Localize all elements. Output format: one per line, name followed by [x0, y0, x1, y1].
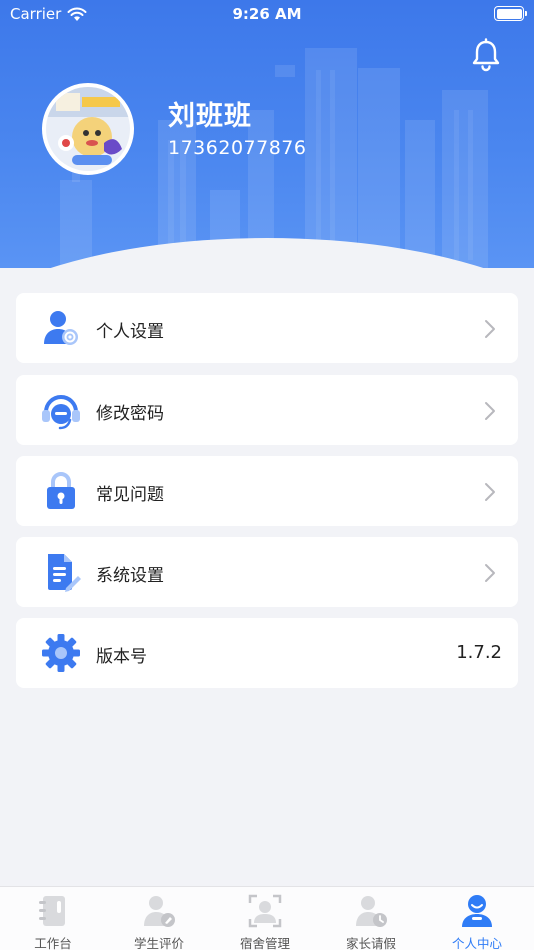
menu-item-label: 修改密码: [96, 404, 164, 424]
tab-workbench[interactable]: 工作台: [0, 887, 106, 950]
tab-label: 学生评价: [133, 936, 184, 950]
profile-phone: 17362077876: [168, 137, 307, 159]
tab-label: 个人中心: [451, 936, 502, 950]
menu-item-label: 版本号: [96, 647, 147, 667]
menu-item-personal-settings[interactable]: 个人设置: [16, 293, 518, 363]
menu-item-system-settings[interactable]: 系统设置: [16, 537, 518, 607]
status-bar: Carrier 9:26 AM: [0, 0, 534, 28]
menu-item-change-password[interactable]: 修改密码: [16, 375, 518, 445]
tab-label: 家长请假: [345, 936, 396, 950]
tab-student-evaluation[interactable]: 学生评价: [106, 887, 212, 950]
menu-item-label: 系统设置: [96, 566, 164, 586]
chevron-right-icon: [485, 483, 495, 501]
face-scan-icon: [248, 894, 282, 928]
menu-item-faq[interactable]: 常见问题: [16, 456, 518, 526]
personal-center-icon: [462, 895, 492, 927]
chevron-right-icon: [485, 564, 495, 582]
headset-icon: [42, 395, 80, 430]
chevron-right-icon: [485, 320, 495, 338]
menu-item-version: 版本号 1.7.2: [16, 618, 518, 688]
user-settings-icon: [44, 311, 78, 345]
lock-icon: [47, 472, 75, 509]
notebook-icon: [39, 896, 65, 926]
tab-parent-leave[interactable]: 家长请假: [318, 887, 424, 950]
parent-leave-icon: [356, 896, 387, 927]
clock: 9:26 AM: [232, 5, 302, 23]
menu-item-label: 个人设置: [96, 322, 164, 342]
chevron-right-icon: [485, 402, 495, 420]
battery-icon: [494, 6, 527, 21]
version-number: 1.7.2: [456, 642, 502, 663]
bottom-tab-bar: 工作台 学生评价 宿舍管理 家长请假 个人中心: [0, 886, 534, 950]
profile-name: 刘班班: [168, 101, 252, 132]
tab-label: 宿舍管理: [239, 936, 290, 950]
student-evaluation-icon: [144, 896, 175, 927]
notification-bell-icon[interactable]: [470, 38, 502, 72]
menu-item-label: 常见问题: [96, 485, 164, 505]
avatar-mascot-image: [46, 87, 130, 171]
document-edit-icon: [48, 554, 81, 592]
avatar[interactable]: [42, 83, 134, 175]
tab-label: 工作台: [34, 936, 72, 950]
gear-icon: [42, 634, 80, 672]
tab-dormitory-management[interactable]: 宿舍管理: [212, 887, 318, 950]
tab-personal-center[interactable]: 个人中心: [424, 887, 530, 950]
